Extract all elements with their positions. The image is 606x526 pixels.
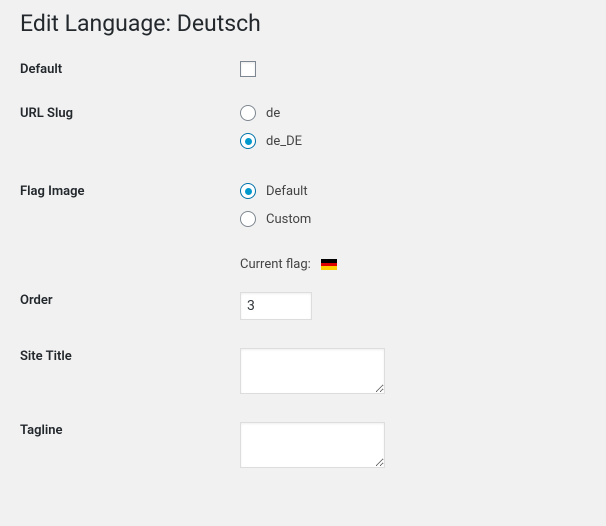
default-checkbox[interactable] (240, 61, 256, 77)
order-row: Order (20, 292, 586, 320)
flag-image-option-default[interactable]: Default (240, 183, 586, 199)
current-flag-label: Current flag: (240, 257, 311, 272)
tagline-input[interactable] (240, 422, 385, 468)
order-input[interactable] (240, 292, 312, 320)
radio-icon (240, 105, 256, 121)
url-slug-label: URL Slug (20, 105, 240, 121)
default-row: Default (20, 61, 586, 81)
flag-image-option-default-label: Default (266, 184, 308, 199)
url-slug-option-de[interactable]: de (240, 105, 586, 121)
order-label: Order (20, 292, 240, 308)
url-slug-option-dede[interactable]: de_DE (240, 133, 586, 149)
flag-image-label: Flag Image (20, 183, 240, 199)
url-slug-option-dede-label: de_DE (266, 134, 302, 149)
radio-icon (240, 183, 256, 199)
site-title-label: Site Title (20, 348, 240, 364)
page-title: Edit Language: Deutsch (20, 10, 586, 37)
germany-flag-icon (321, 259, 337, 270)
default-label: Default (20, 61, 240, 77)
radio-icon (240, 133, 256, 149)
url-slug-row: URL Slug de de_DE (20, 105, 586, 149)
radio-icon (240, 211, 256, 227)
tagline-label: Tagline (20, 422, 240, 438)
tagline-row: Tagline (20, 422, 586, 472)
flag-image-option-custom-label: Custom (266, 212, 311, 227)
url-slug-option-de-label: de (266, 106, 280, 121)
flag-image-row: Flag Image Default Custom Current flag: (20, 183, 586, 272)
current-flag-row: Current flag: (240, 257, 586, 272)
site-title-input[interactable] (240, 348, 385, 394)
site-title-row: Site Title (20, 348, 586, 398)
flag-image-option-custom[interactable]: Custom (240, 211, 586, 227)
